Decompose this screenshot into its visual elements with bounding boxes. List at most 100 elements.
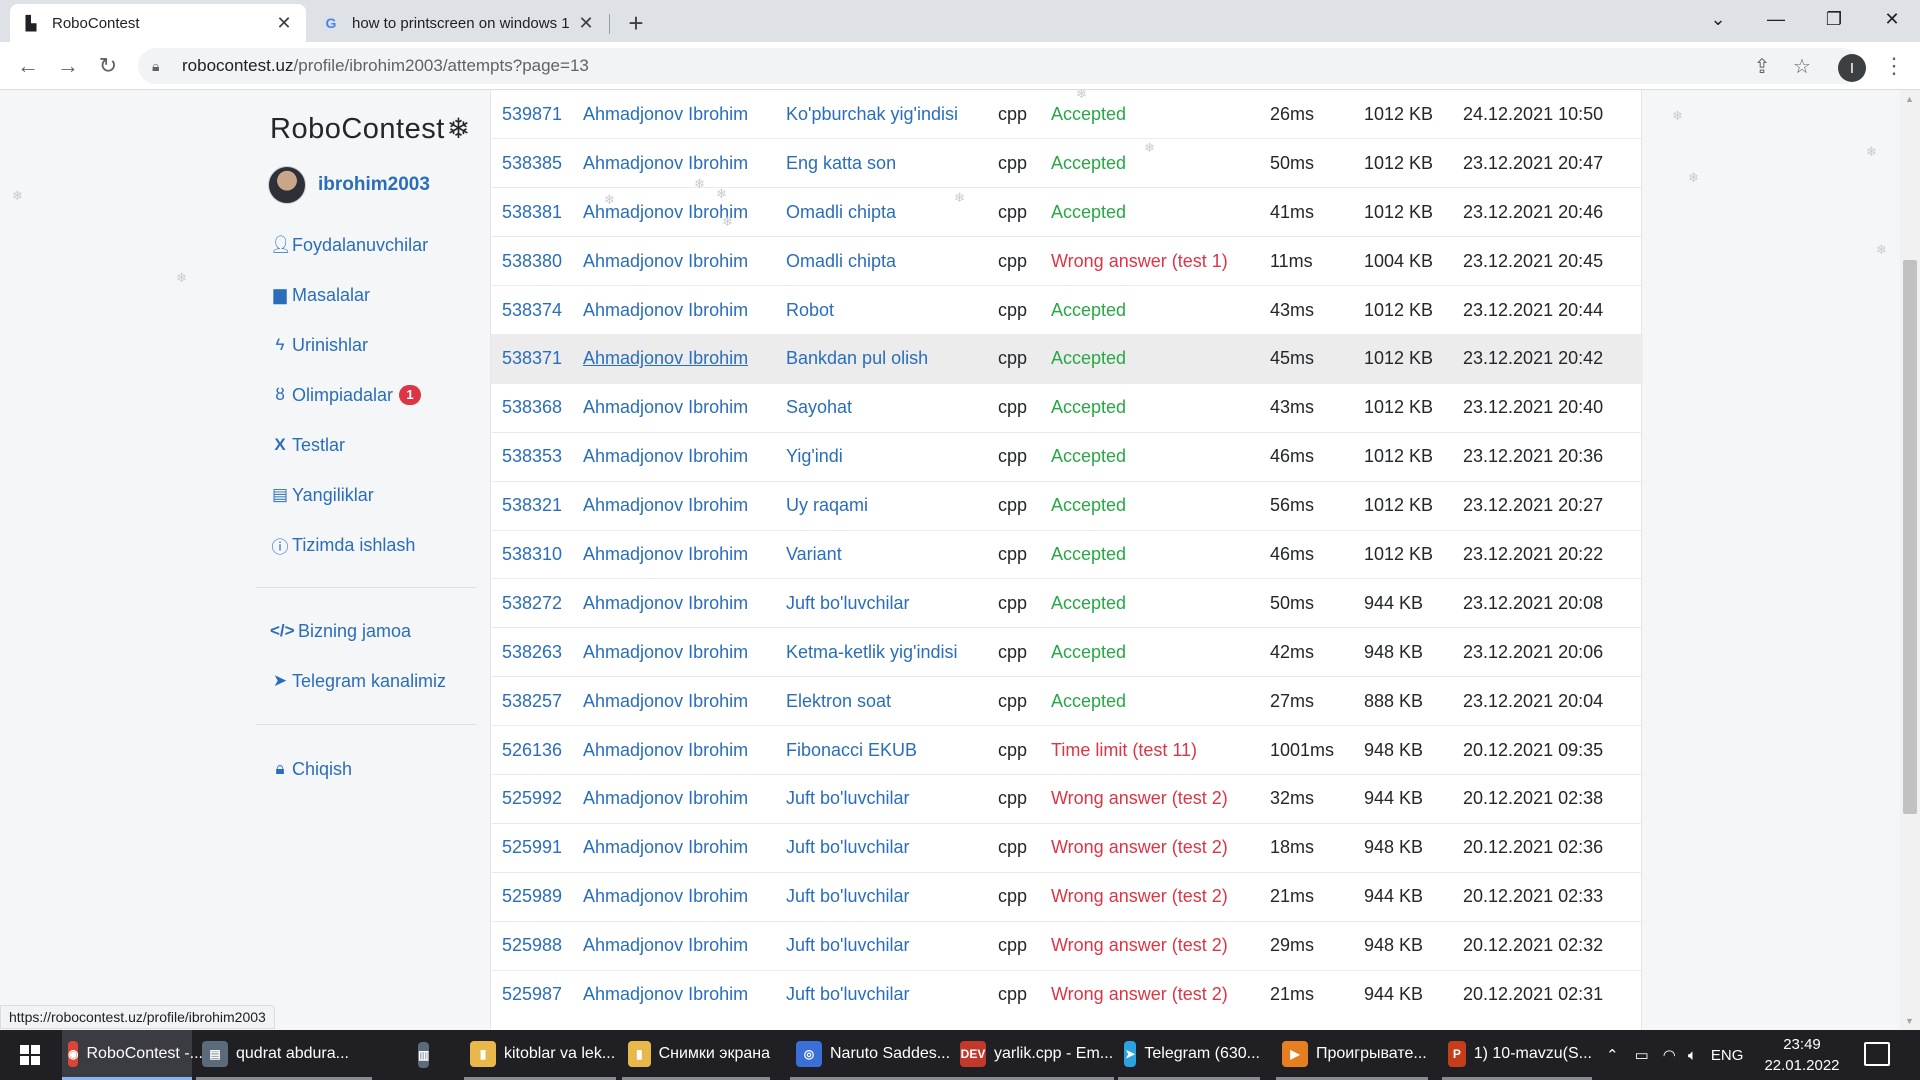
problem-link[interactable]: Juft bo'luvchilar	[786, 579, 998, 628]
taskbar-app[interactable]: ➤ Telegram (630...	[1118, 1030, 1260, 1080]
address-bar[interactable]: 🔒︎ robocontest.uz/profile/ibrohim2003/at…	[138, 48, 1860, 84]
nav-item-urinishlar[interactable]: ϟ Urinishlar	[270, 320, 428, 370]
nav-item-yangiliklar[interactable]: ▤ Yangiliklar	[270, 470, 428, 520]
taskbar-app[interactable]: ▥	[412, 1030, 436, 1080]
problem-link[interactable]: Juft bo'luvchilar	[786, 774, 998, 823]
site-logo[interactable]: RoboContest❄	[270, 112, 471, 146]
back-arrow-icon[interactable]: ←	[12, 50, 44, 82]
user-link[interactable]: Ahmadjonov Ibrohim	[583, 530, 786, 579]
user-link[interactable]: Ahmadjonov Ibrohim	[583, 334, 786, 383]
lock-icon[interactable]: 🔒︎	[152, 58, 168, 75]
scroll-up-arrow-icon[interactable]: ▲	[1905, 94, 1914, 104]
taskbar-app[interactable]: ▶ Проигрывате...	[1276, 1030, 1428, 1080]
user-link[interactable]: Ahmadjonov Ibrohim	[583, 579, 786, 628]
user-link[interactable]: Ahmadjonov Ibrohim	[583, 726, 786, 775]
taskbar-app[interactable]: ◉ RoboContest -...	[62, 1030, 203, 1080]
problem-link[interactable]: Juft bo'luvchilar	[786, 970, 998, 1019]
problem-link[interactable]: Elektron soat	[786, 677, 998, 726]
problem-link[interactable]: Ketma-ketlik yig'indisi	[786, 628, 998, 677]
problem-link[interactable]: Juft bo'luvchilar	[786, 872, 998, 921]
problem-link[interactable]: Omadli chipta	[786, 237, 998, 286]
nav-item-tizimda-ishlash[interactable]: ⓘ Tizimda ishlash	[270, 520, 428, 570]
user-link[interactable]: Ahmadjonov Ibrohim	[583, 90, 786, 139]
nav-item-foydalanuvchilar[interactable]: 👤︎ Foydalanuvchilar	[270, 220, 428, 270]
attempt-id-link[interactable]: 538310	[491, 530, 583, 579]
attempt-id-link[interactable]: 525992	[491, 774, 583, 823]
profile-avatar[interactable]: I	[1838, 54, 1866, 82]
problem-link[interactable]: Eng katta son	[786, 139, 998, 188]
user-link[interactable]: Ahmadjonov Ibrohim	[583, 823, 786, 872]
attempt-id-link[interactable]: 526136	[491, 726, 583, 775]
start-button[interactable]	[0, 1030, 60, 1080]
user-profile[interactable]: ibrohim2003	[268, 166, 430, 204]
user-link[interactable]: Ahmadjonov Ibrohim	[583, 677, 786, 726]
user-link[interactable]: Ahmadjonov Ibrohim	[583, 970, 786, 1019]
more-menu-icon[interactable]: ⋮	[1880, 50, 1908, 82]
close-window-button[interactable]: ✕	[1864, 0, 1920, 38]
forward-arrow-icon[interactable]: →	[52, 50, 84, 82]
taskbar-app[interactable]: ▤ qudrat abdura...	[196, 1030, 372, 1080]
taskbar-app[interactable]: DEV yarlik.cpp - Em...	[954, 1030, 1114, 1080]
user-link[interactable]: Ahmadjonov Ibrohim	[583, 237, 786, 286]
user-link[interactable]: Ahmadjonov Ibrohim	[583, 286, 786, 335]
taskbar-app[interactable]: ▮ kitoblar va lek...	[464, 1030, 616, 1080]
share-icon[interactable]: ⇪	[1746, 50, 1778, 82]
attempt-id-link[interactable]: 525991	[491, 823, 583, 872]
user-link[interactable]: Ahmadjonov Ibrohim	[583, 383, 786, 432]
attempt-id-link[interactable]: 538381	[491, 188, 583, 237]
attempt-id-link[interactable]: 538380	[491, 237, 583, 286]
attempt-id-link[interactable]: 538263	[491, 628, 583, 677]
problem-link[interactable]: Sayohat	[786, 383, 998, 432]
nav-item-telegram[interactable]: ➤ Telegram kanalimiz	[270, 656, 446, 706]
taskbar-app[interactable]: ▮ Снимки экрана	[622, 1030, 770, 1080]
nav-item-olimpiadalar[interactable]: ȣ Olimpiadalar 1	[270, 370, 428, 420]
attempt-id-link[interactable]: 539871	[491, 90, 583, 139]
nav-item-bizning-jamoa[interactable]: </> Bizning jamoa	[270, 606, 446, 656]
attempt-id-link[interactable]: 538272	[491, 579, 583, 628]
problem-link[interactable]: Yig'indi	[786, 432, 998, 481]
minimize-button[interactable]: —	[1748, 0, 1804, 38]
problem-link[interactable]: Variant	[786, 530, 998, 579]
page-scrollbar[interactable]: ▲ ▼	[1900, 90, 1920, 1030]
nav-item-chiqish[interactable]: 🔒︎ Chiqish	[270, 744, 352, 794]
attempt-id-link[interactable]: 525987	[491, 970, 583, 1019]
attempt-id-link[interactable]: 538321	[491, 481, 583, 530]
attempt-id-link[interactable]: 538353	[491, 432, 583, 481]
restore-button[interactable]: ❐	[1806, 0, 1862, 38]
problem-link[interactable]: Uy raqami	[786, 481, 998, 530]
close-tab-icon[interactable]: ✕	[274, 13, 294, 33]
system-clock[interactable]: 23:49 22.01.2022	[1764, 1034, 1840, 1076]
attempt-id-link[interactable]: 538257	[491, 677, 583, 726]
user-link[interactable]: Ahmadjonov Ibrohim	[583, 872, 786, 921]
scrollbar-thumb[interactable]	[1903, 260, 1917, 814]
problem-link[interactable]: Omadli chipta	[786, 188, 998, 237]
battery-icon[interactable]: ▭	[1635, 1046, 1649, 1064]
input-language[interactable]: ENG	[1711, 1047, 1744, 1064]
attempt-id-link[interactable]: 538371	[491, 334, 583, 383]
attempt-id-link[interactable]: 538385	[491, 139, 583, 188]
problem-link[interactable]: Juft bo'luvchilar	[786, 823, 998, 872]
attempt-id-link[interactable]: 525989	[491, 872, 583, 921]
close-tab-icon[interactable]: ✕	[576, 13, 596, 33]
problem-link[interactable]: Juft bo'luvchilar	[786, 921, 998, 970]
user-link[interactable]: Ahmadjonov Ibrohim	[583, 628, 786, 677]
attempt-id-link[interactable]: 538374	[491, 286, 583, 335]
nav-item-masalalar[interactable]: ▆ Masalalar	[270, 270, 428, 320]
problem-link[interactable]: Fibonacci EKUB	[786, 726, 998, 775]
tab-robocontest[interactable]: ▙ RoboContest ✕	[10, 4, 306, 42]
scroll-down-arrow-icon[interactable]: ▼	[1905, 1016, 1914, 1026]
bookmark-star-icon[interactable]: ☆	[1786, 50, 1818, 82]
avatar[interactable]	[268, 166, 306, 204]
nav-item-testlar[interactable]: X Testlar	[270, 420, 428, 470]
problem-link[interactable]: Robot	[786, 286, 998, 335]
show-hidden-icons-icon[interactable]: ⌃	[1606, 1046, 1619, 1064]
user-link[interactable]: Ahmadjonov Ibrohim	[583, 921, 786, 970]
taskbar-app[interactable]: P 1) 10-mavzu(S...	[1442, 1030, 1592, 1080]
new-tab-button[interactable]: +	[620, 8, 652, 38]
user-link[interactable]: Ahmadjonov Ibrohim	[583, 432, 786, 481]
reload-icon[interactable]: ↻	[92, 50, 124, 82]
tab-search-icon[interactable]: ⌄	[1690, 0, 1746, 38]
taskbar-app[interactable]: ◎ Naruto Saddes...	[790, 1030, 954, 1080]
username-link[interactable]: ibrohim2003	[318, 174, 430, 196]
problem-link[interactable]: Ko'pburchak yig'indisi	[786, 90, 998, 139]
